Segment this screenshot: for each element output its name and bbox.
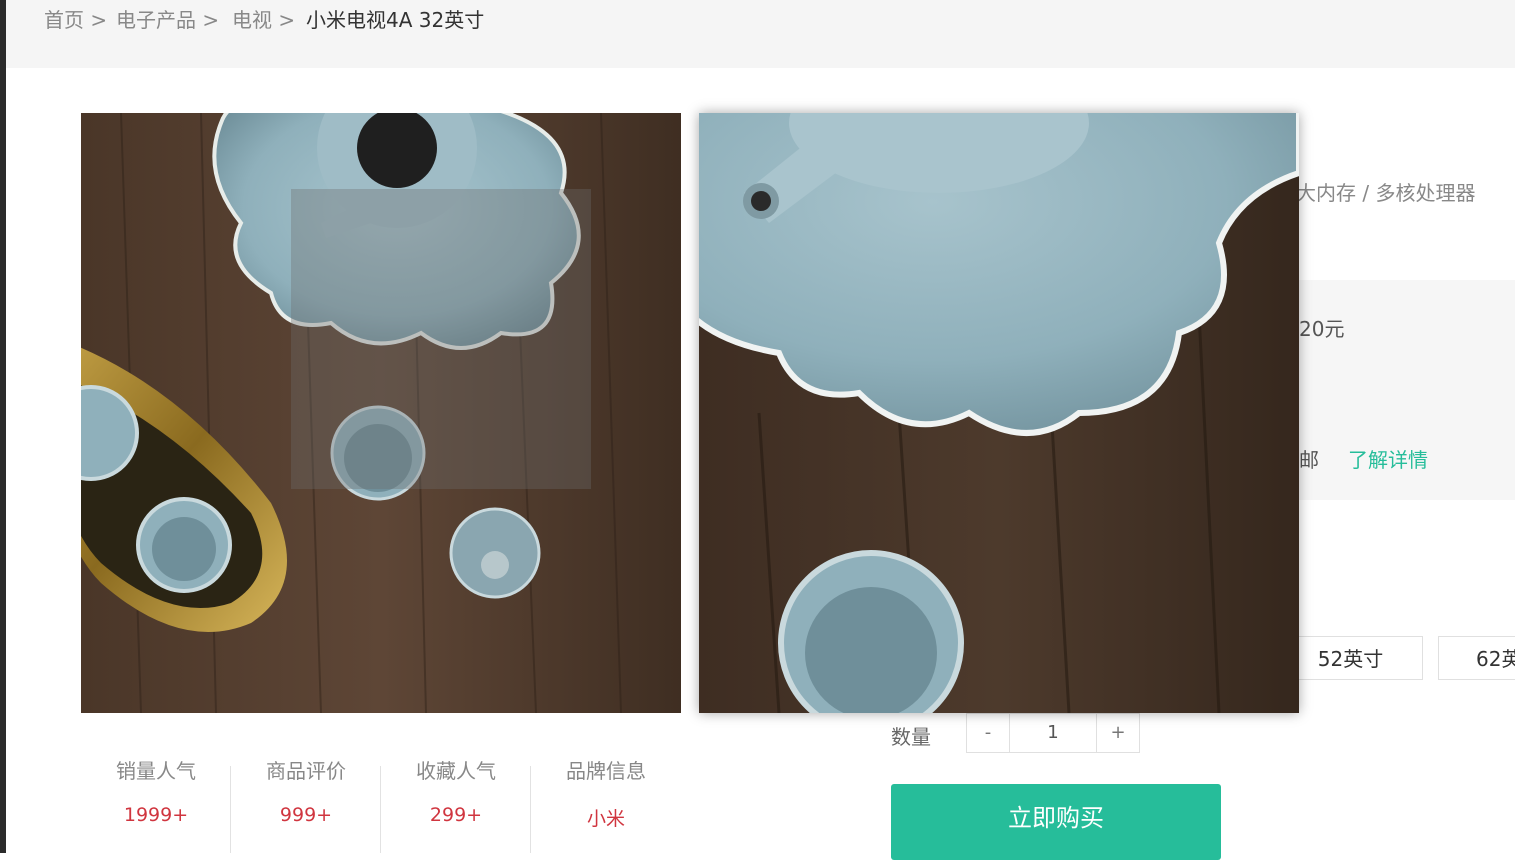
shipping-text: 邮 <box>1299 448 1319 472</box>
product-subtitle: 大内存 / 多核处理器 <box>1296 181 1476 205</box>
details-link[interactable]: 了解详情 <box>1348 444 1428 473</box>
stat-brand-label: 品牌信息 <box>566 759 646 783</box>
teaset-zoom <box>699 113 1299 713</box>
buy-now-button[interactable]: 立即购买 <box>891 784 1221 860</box>
quantity-minus-button[interactable]: - <box>967 714 1009 752</box>
price-panel: 20元 邮 了解详情 <box>1299 280 1515 500</box>
stat-brand[interactable]: 品牌信息 小米 <box>531 752 681 853</box>
breadcrumb-home[interactable]: 首页 > <box>44 4 107 33</box>
size-option-52[interactable]: 52英寸 <box>1278 636 1423 680</box>
stat-brand-value: 小米 <box>586 808 625 830</box>
breadcrumb-electronics[interactable]: 电子产品 > <box>116 4 219 33</box>
breadcrumb-tv[interactable]: 电视 > <box>232 4 295 33</box>
size-option-62[interactable]: 62英 <box>1438 636 1515 680</box>
stat-sales-label: 销量人气 <box>116 759 196 783</box>
product-main-image[interactable] <box>81 113 681 713</box>
stat-sales-value: 1999+ <box>123 804 189 826</box>
breadcrumb: 首页 > 电子产品 > 电视 > 小米电视4A 32英寸 <box>6 0 1515 68</box>
stat-reviews[interactable]: 商品评价 999+ <box>231 752 381 853</box>
stat-reviews-value: 999+ <box>279 804 333 826</box>
stat-favorites-label: 收藏人气 <box>416 759 496 783</box>
stat-favorites-value: 299+ <box>429 804 483 826</box>
product-zoom-preview <box>699 113 1299 713</box>
quantity-plus-button[interactable]: + <box>1097 714 1139 752</box>
zoom-lens[interactable] <box>291 189 591 489</box>
stat-reviews-label: 商品评价 <box>266 759 346 783</box>
quantity-input[interactable]: 1 <box>1009 714 1097 752</box>
stat-sales: 销量人气 1999+ <box>81 752 231 853</box>
quantity-stepper: - 1 + <box>966 713 1140 753</box>
window-edge <box>0 0 6 853</box>
price-text: 20元 <box>1299 317 1345 341</box>
breadcrumb-current: 小米电视4A 32英寸 <box>306 8 485 32</box>
stat-favorites[interactable]: 收藏人气 299+ <box>381 752 531 853</box>
quantity-label: 数量 <box>891 725 931 749</box>
